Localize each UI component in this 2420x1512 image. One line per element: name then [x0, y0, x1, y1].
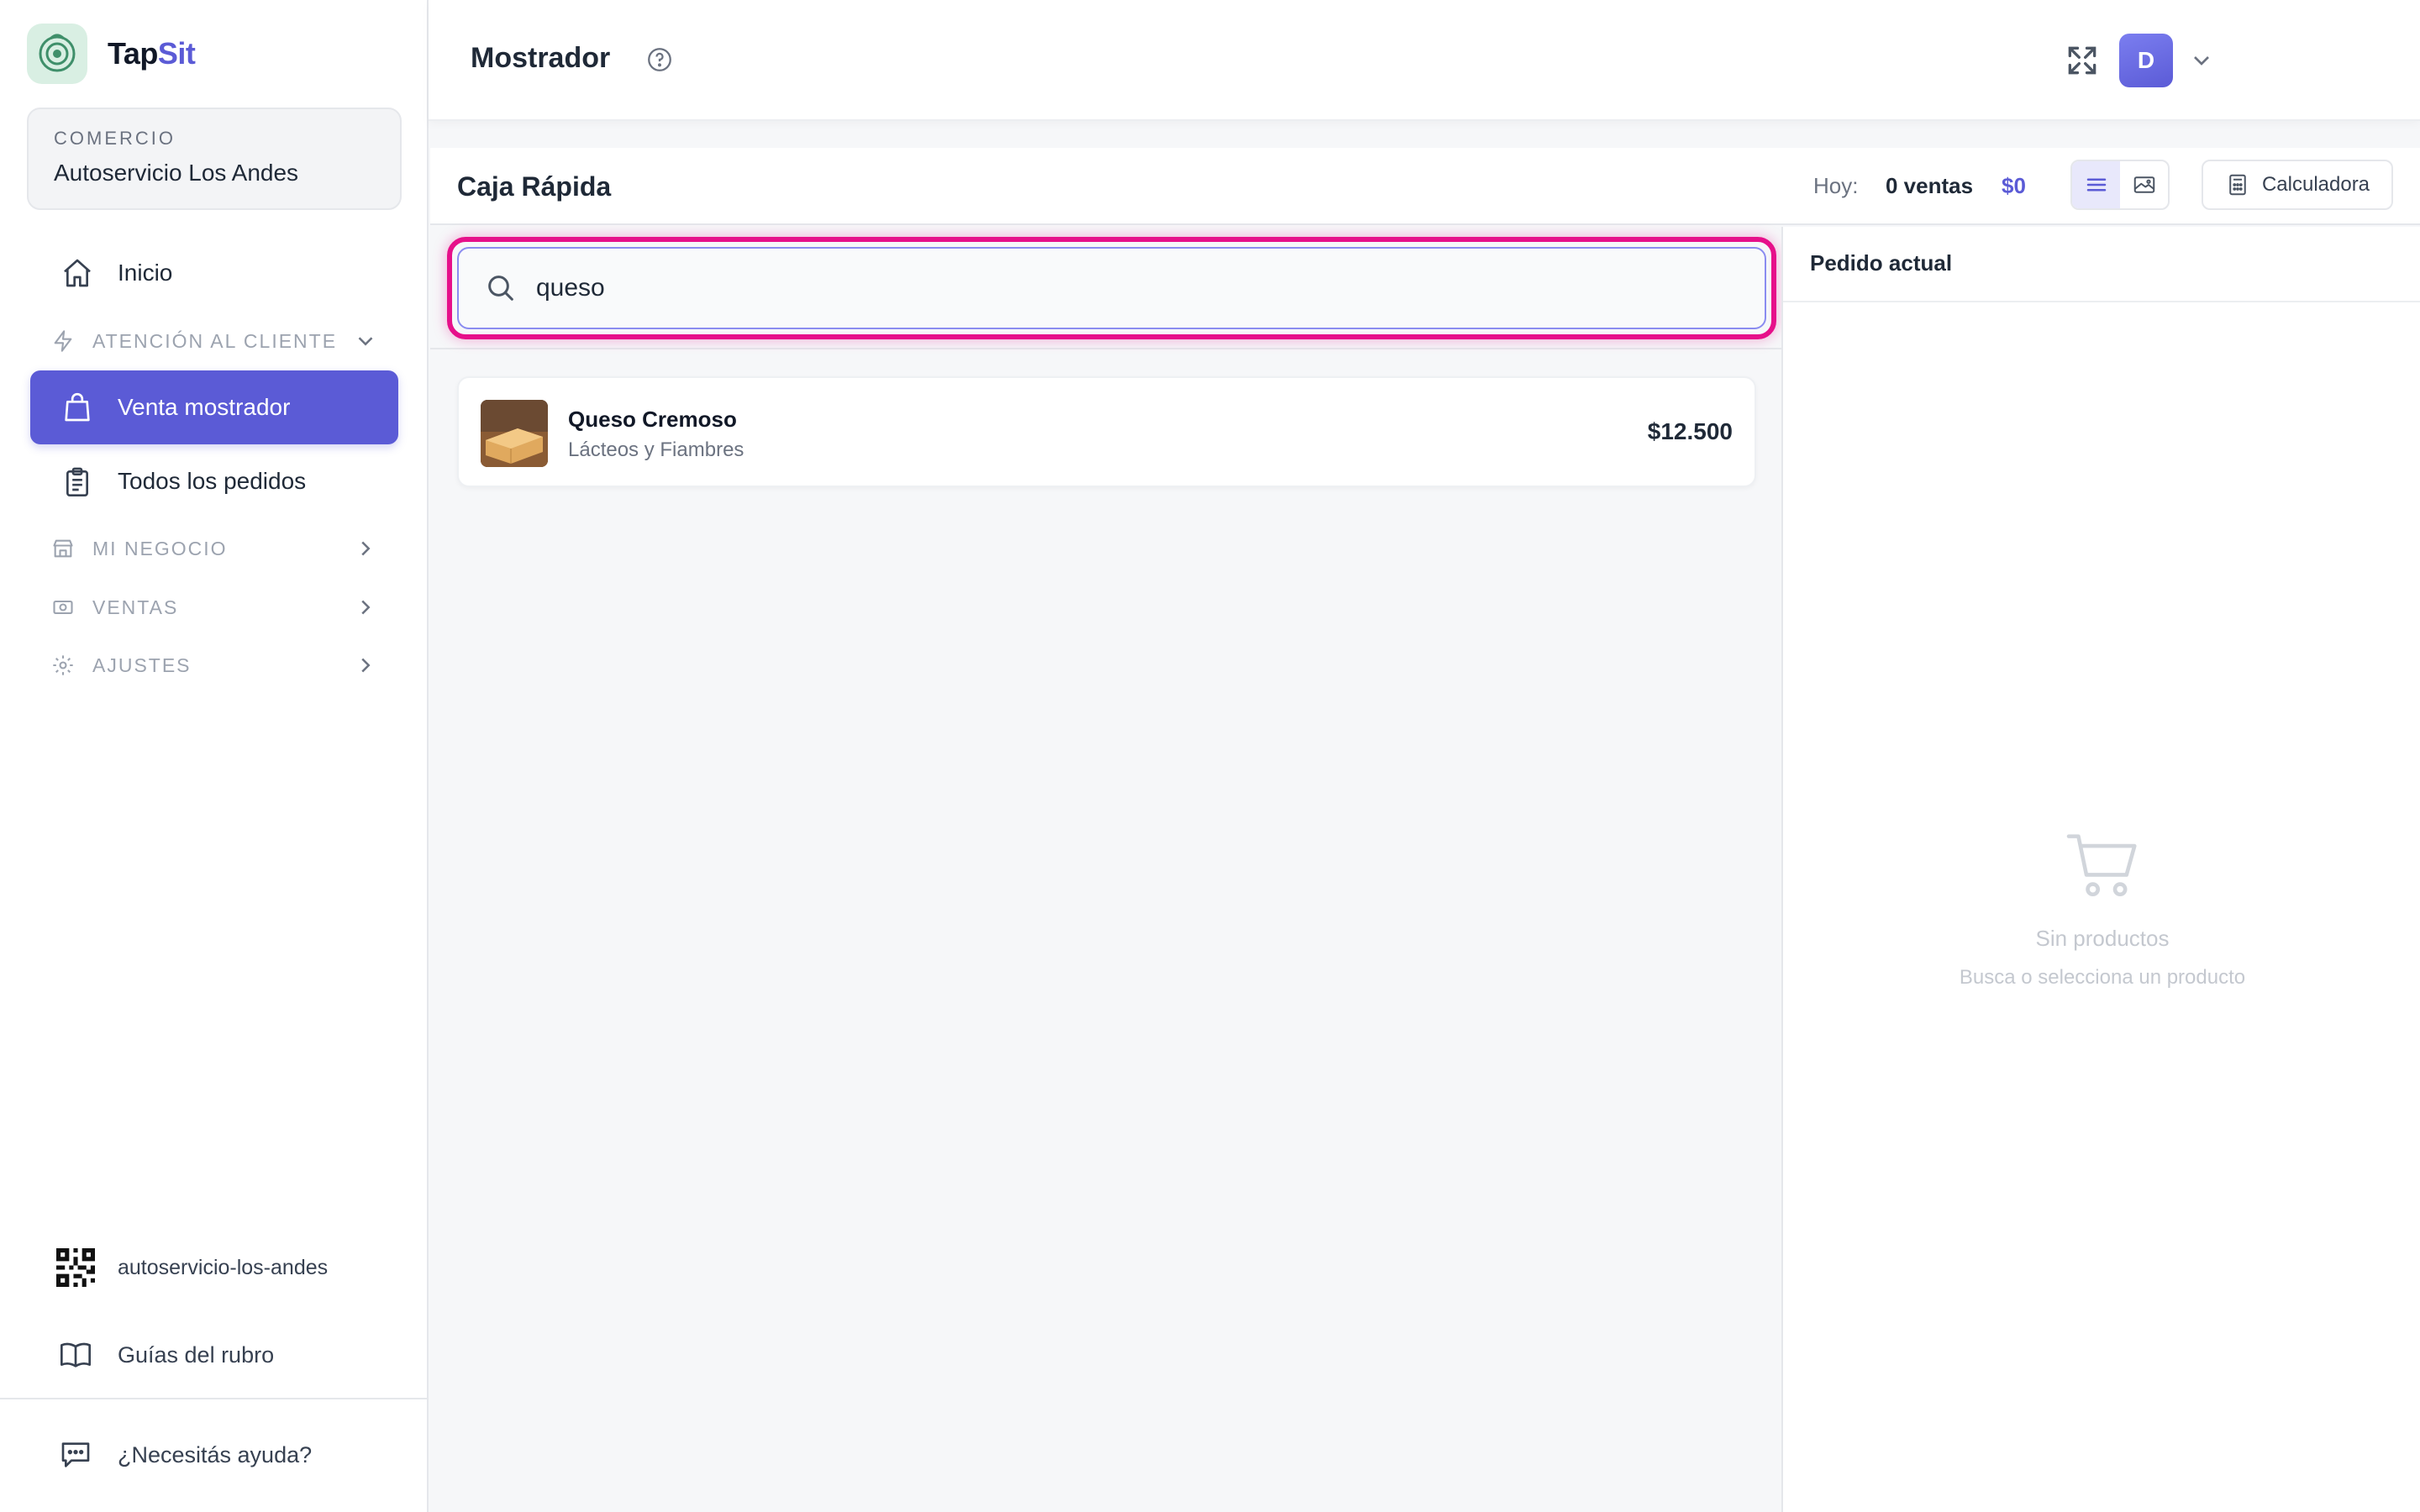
- sidebar-divider: [0, 1398, 429, 1399]
- order-pane: Pedido actual Sin productos Busca o sele…: [1781, 227, 2420, 1512]
- clipboard-list-icon: [59, 463, 96, 500]
- help-label: ¿Necesitás ayuda?: [118, 1441, 313, 1467]
- search-box[interactable]: [457, 247, 1766, 329]
- image-view-button[interactable]: [2120, 161, 2168, 208]
- today-label: Hoy:: [1813, 173, 1859, 198]
- product-price: $12.500: [1647, 418, 1733, 444]
- chevron-right-icon: [353, 653, 378, 678]
- sidebar-item-todos-pedidos[interactable]: Todos los pedidos: [30, 444, 398, 518]
- commerce-name: Autoservicio Los Andes: [54, 160, 299, 186]
- today-sales-count: 0 ventas: [1886, 173, 1974, 198]
- calculator-label: Calculadora: [2261, 173, 2370, 196]
- brand[interactable]: TapSit: [27, 24, 196, 84]
- qr-store-link[interactable]: autoservicio-los-andes: [30, 1237, 398, 1298]
- sidebar-section-ventas[interactable]: VENTAS: [30, 582, 398, 633]
- chevron-right-icon: [353, 536, 378, 561]
- sidebar-section-label: ATENCIÓN AL CLIENTE: [92, 329, 338, 352]
- chat-bubble-icon: [55, 1435, 96, 1475]
- sidebar: TapSit COMERCIO Autoservicio Los Andes I…: [0, 0, 429, 1512]
- sidebar-section-label: MI NEGOCIO: [92, 537, 228, 559]
- sidebar-item-label: Venta mostrador: [118, 394, 291, 420]
- today-sales-amount: $0: [2002, 173, 2026, 198]
- view-toggle: [2070, 160, 2170, 210]
- product-card[interactable]: Queso Cremoso Lácteos y Fiambres $12.500: [457, 376, 1756, 487]
- book-open-icon: [55, 1335, 96, 1375]
- calculator-icon: [2225, 172, 2250, 197]
- list-view-button[interactable]: [2072, 161, 2120, 208]
- chevron-down-icon: [353, 328, 378, 354]
- commerce-selector[interactable]: COMERCIO Autoservicio Los Andes: [27, 108, 402, 210]
- guias-label: Guías del rubro: [118, 1341, 275, 1368]
- sidebar-section-label: AJUSTES: [92, 654, 192, 676]
- fullscreen-icon[interactable]: [2064, 42, 2101, 79]
- product-image: [481, 400, 548, 467]
- search-area: [430, 227, 1781, 349]
- bolt-icon: [50, 328, 76, 354]
- user-avatar[interactable]: D: [2119, 34, 2173, 87]
- chevron-right-icon: [353, 595, 378, 620]
- calculator-button[interactable]: Calculadora: [2202, 160, 2393, 210]
- product-pane: Queso Cremoso Lácteos y Fiambres $12.500: [430, 227, 1781, 1512]
- brand-name: TapSit: [108, 36, 196, 71]
- empty-order-subtitle: Busca o selecciona un producto: [1959, 966, 2246, 989]
- product-category: Lácteos y Fiambres: [568, 438, 744, 461]
- qr-slug-label: autoservicio-los-andes: [118, 1255, 329, 1279]
- guias-rubro-link[interactable]: Guías del rubro: [30, 1325, 398, 1385]
- order-title: Pedido actual: [1783, 227, 2420, 302]
- sidebar-section-atencion[interactable]: ATENCIÓN AL CLIENTE: [30, 316, 398, 366]
- chevron-down-icon[interactable]: [2188, 47, 2215, 74]
- shopping-cart-icon: [2065, 830, 2143, 900]
- qr-code-icon: [55, 1247, 96, 1288]
- cash-icon: [50, 595, 76, 620]
- sidebar-item-venta-mostrador[interactable]: Venta mostrador: [30, 370, 398, 444]
- caja-title: Caja Rápida: [457, 171, 612, 202]
- empty-order-title: Sin productos: [2035, 926, 2170, 951]
- commerce-label: COMERCIO: [54, 128, 176, 149]
- sidebar-item-label: Inicio: [118, 260, 173, 286]
- product-name: Queso Cremoso: [568, 407, 737, 432]
- help-link[interactable]: ¿Necesitás ayuda?: [30, 1425, 398, 1485]
- search-input[interactable]: [518, 249, 1765, 328]
- search-icon: [484, 271, 518, 305]
- sidebar-section-label: VENTAS: [92, 596, 179, 618]
- sidebar-item-inicio[interactable]: Inicio: [30, 236, 398, 310]
- home-icon: [59, 255, 96, 291]
- caja-rapida-header: Caja Rápida Hoy: 0 ventas $0 Calculadora: [430, 148, 2420, 225]
- help-circle-icon[interactable]: [645, 45, 674, 74]
- shopping-bag-icon: [59, 389, 96, 426]
- gear-icon: [50, 653, 76, 678]
- sidebar-section-ajustes[interactable]: AJUSTES: [30, 640, 398, 690]
- sidebar-section-mi-negocio[interactable]: MI NEGOCIO: [30, 523, 398, 574]
- page-title: Mostrador: [471, 42, 611, 74]
- brand-logo-icon: [27, 24, 87, 84]
- topbar: Mostrador D: [429, 0, 2420, 121]
- sidebar-item-label: Todos los pedidos: [118, 468, 307, 494]
- storefront-icon: [50, 536, 76, 561]
